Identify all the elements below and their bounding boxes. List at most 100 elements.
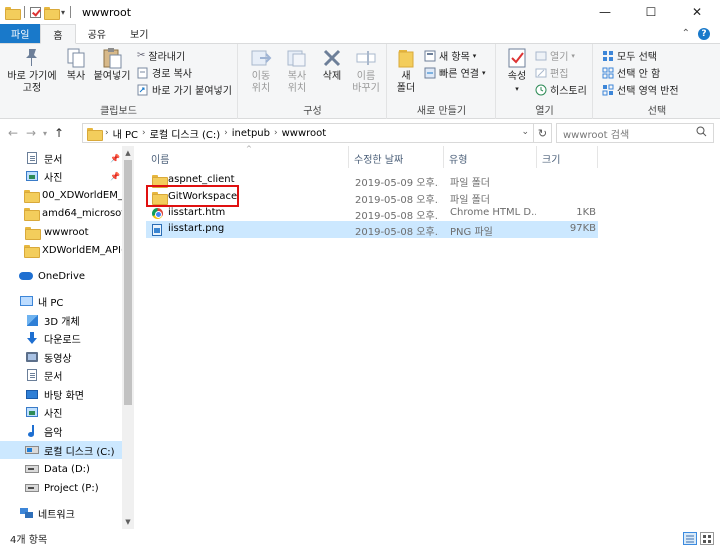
png-file-icon (152, 224, 162, 236)
move-to-button[interactable]: 이동 위치 (243, 47, 279, 95)
column-header-size[interactable]: 크기 (542, 151, 560, 166)
breadcrumb-chevron-icon[interactable]: › (224, 128, 228, 138)
help-icon[interactable]: ? (698, 27, 710, 40)
sidebar-item-3d-objects[interactable]: 3D 개체 (0, 311, 122, 329)
minimize-button[interactable]: — (582, 0, 628, 24)
sidebar-item-downloads[interactable]: 다운로드 (0, 329, 122, 347)
file-row-iisstart-png[interactable]: iisstart.png 2019-05-08 오후... PNG 파일 97K… (146, 221, 598, 238)
sidebar-item-this-pc[interactable]: 내 PC (0, 292, 122, 310)
paste-shortcut-button[interactable]: 바로 가기 붙여넣기 (137, 82, 232, 97)
breadcrumb-wwwroot[interactable]: wwwroot (282, 128, 327, 139)
chrome-html-icon (152, 208, 163, 219)
back-arrow-icon[interactable]: ← (4, 126, 22, 140)
onedrive-icon (19, 272, 33, 280)
search-box[interactable]: wwwroot 검색 (556, 123, 714, 143)
sidebar-item-onedrive[interactable]: OneDrive (0, 267, 122, 285)
invert-selection-button[interactable]: 선택 영역 반전 (602, 82, 679, 97)
maximize-button[interactable]: ☐ (628, 0, 674, 24)
new-item-icon (424, 50, 436, 62)
column-header-type[interactable]: 유형 (449, 151, 467, 166)
column-header-name[interactable]: 이름 (151, 151, 169, 166)
history-button[interactable]: 히스토리 (535, 82, 587, 97)
address-dropdown-icon[interactable]: ⌄ (521, 127, 529, 137)
select-all-icon (602, 50, 614, 62)
network-icon (19, 508, 33, 518)
select-all-button[interactable]: 모두 선택 (602, 48, 657, 63)
column-header-date[interactable]: 수정한 날짜 (354, 151, 403, 166)
sidebar-item-project-p[interactable]: Project (P:) (0, 479, 122, 497)
customize-dropdown-icon[interactable]: ▾ (61, 8, 65, 17)
sidebar-item-videos[interactable]: 동영상 (0, 348, 122, 366)
pictures-icon (26, 407, 38, 417)
sidebar-item-pictures-pinned[interactable]: 사진 📌 (0, 167, 122, 185)
copy-to-button[interactable]: 복사 위치 (279, 47, 315, 95)
new-folder-icon (395, 47, 417, 69)
sidebar-item-documents-pinned[interactable]: 문서 📌 (0, 149, 122, 167)
easy-access-button[interactable]: 빠른 연결 ▾ (424, 65, 486, 80)
new-folder-button[interactable]: 새 폴더 (392, 47, 420, 95)
sidebar-item-data-d[interactable]: Data (D:) (0, 460, 122, 478)
rename-button[interactable]: 이름 바꾸기 (347, 47, 385, 95)
select-group-label: 선택 (647, 106, 667, 117)
scroll-down-icon[interactable]: ▼ (122, 516, 134, 528)
collapse-ribbon-icon[interactable]: ⌃ (682, 28, 690, 39)
sidebar-item-xdworldem-api[interactable]: 00_XDWorldEM_API (0, 186, 122, 204)
breadcrumb-local-disk[interactable]: 로컬 디스크 (C:) (150, 126, 221, 141)
column-headers: 이름 ^ 수정한 날짜 유형 크기 (136, 145, 720, 168)
easy-access-icon (424, 67, 436, 79)
select-none-button[interactable]: 선택 안 함 (602, 65, 660, 80)
tab-home[interactable]: 홈 (40, 24, 76, 44)
details-view-icon[interactable] (683, 531, 697, 545)
new-item-button[interactable]: 새 항목 ▾ (424, 48, 476, 63)
breadcrumb-chevron-icon[interactable]: › (274, 128, 278, 138)
paste-button[interactable]: 붙여넣기 (92, 47, 132, 83)
copy-button[interactable]: 복사 (62, 47, 90, 83)
address-bar[interactable]: › 내 PC › 로컬 디스크 (C:) › inetpub › wwwroot… (82, 123, 534, 143)
sidebar-item-network[interactable]: 네트워크 (0, 504, 122, 522)
sidebar-item-documents[interactable]: 문서 (0, 366, 122, 384)
sidebar-item-wwwroot[interactable]: wwwroot (0, 223, 122, 241)
new-folder-quick-icon[interactable] (44, 6, 60, 20)
sidebar-item-local-disk-c[interactable]: 로컬 디스크 (C:) (0, 441, 122, 459)
refresh-icon[interactable]: ↻ (534, 123, 552, 143)
breadcrumb-chevron-icon[interactable]: › (142, 128, 146, 138)
new-item-dropdown-icon: ▾ (472, 51, 477, 60)
up-arrow-icon[interactable]: ↑ (50, 126, 68, 140)
sidebar-item-pictures[interactable]: 사진 (0, 403, 122, 421)
scroll-up-icon[interactable]: ▲ (122, 147, 134, 159)
breadcrumb-inetpub[interactable]: inetpub (232, 128, 270, 139)
sidebar-scrollbar-thumb[interactable] (124, 160, 132, 405)
recent-dropdown-icon[interactable]: ▾ (40, 129, 50, 138)
document-icon (27, 152, 37, 164)
properties-button[interactable]: 속성 ▾ (503, 47, 531, 95)
copy-path-button[interactable]: 경로 복사 (137, 65, 192, 80)
large-icons-view-icon[interactable] (700, 531, 714, 545)
tab-share[interactable]: 공유 (76, 24, 118, 43)
search-input[interactable]: wwwroot 검색 (563, 126, 629, 141)
open-dropdown-icon: ▾ (571, 51, 575, 60)
edit-button[interactable]: 편집 (535, 65, 568, 80)
navigation-pane: 문서 📌 사진 📌 00_XDWorldEM_API amd64_microso… (0, 146, 135, 529)
sidebar-item-xdworldem-api-1[interactable]: XDWorldEM_API(1) (0, 241, 122, 259)
file-row-iisstart-htm[interactable]: iisstart.htm 2019-05-08 오후... Chrome HTM… (146, 205, 598, 222)
download-icon (27, 332, 37, 344)
properties-quick-icon[interactable] (30, 6, 41, 18)
tab-view[interactable]: 보기 (118, 24, 160, 43)
breadcrumb-chevron-icon[interactable]: › (105, 128, 109, 138)
sidebar-item-amd64[interactable]: amd64_microsoft-w (0, 204, 122, 222)
item-count: 4개 항목 (10, 534, 48, 546)
copy-icon (65, 47, 87, 69)
sidebar-item-music[interactable]: 음악 (0, 422, 122, 440)
open-button[interactable]: 열기 ▾ (535, 48, 575, 63)
pin-quick-access-button[interactable]: 바로 가기에 고정 (4, 47, 60, 95)
breadcrumb-this-pc[interactable]: 내 PC (113, 126, 138, 141)
close-button[interactable]: ✕ (674, 0, 720, 24)
music-icon (27, 425, 37, 437)
tab-file[interactable]: 파일 (0, 24, 41, 43)
clipboard-group-label: 클립보드 (100, 106, 137, 117)
forward-arrow-icon[interactable]: → (22, 126, 40, 140)
delete-button[interactable]: 삭제 (317, 47, 347, 83)
sidebar-item-desktop[interactable]: 바탕 화면 (0, 385, 122, 403)
delete-x-icon (321, 47, 343, 69)
cut-button[interactable]: ✂ 잘라내기 (137, 48, 185, 63)
